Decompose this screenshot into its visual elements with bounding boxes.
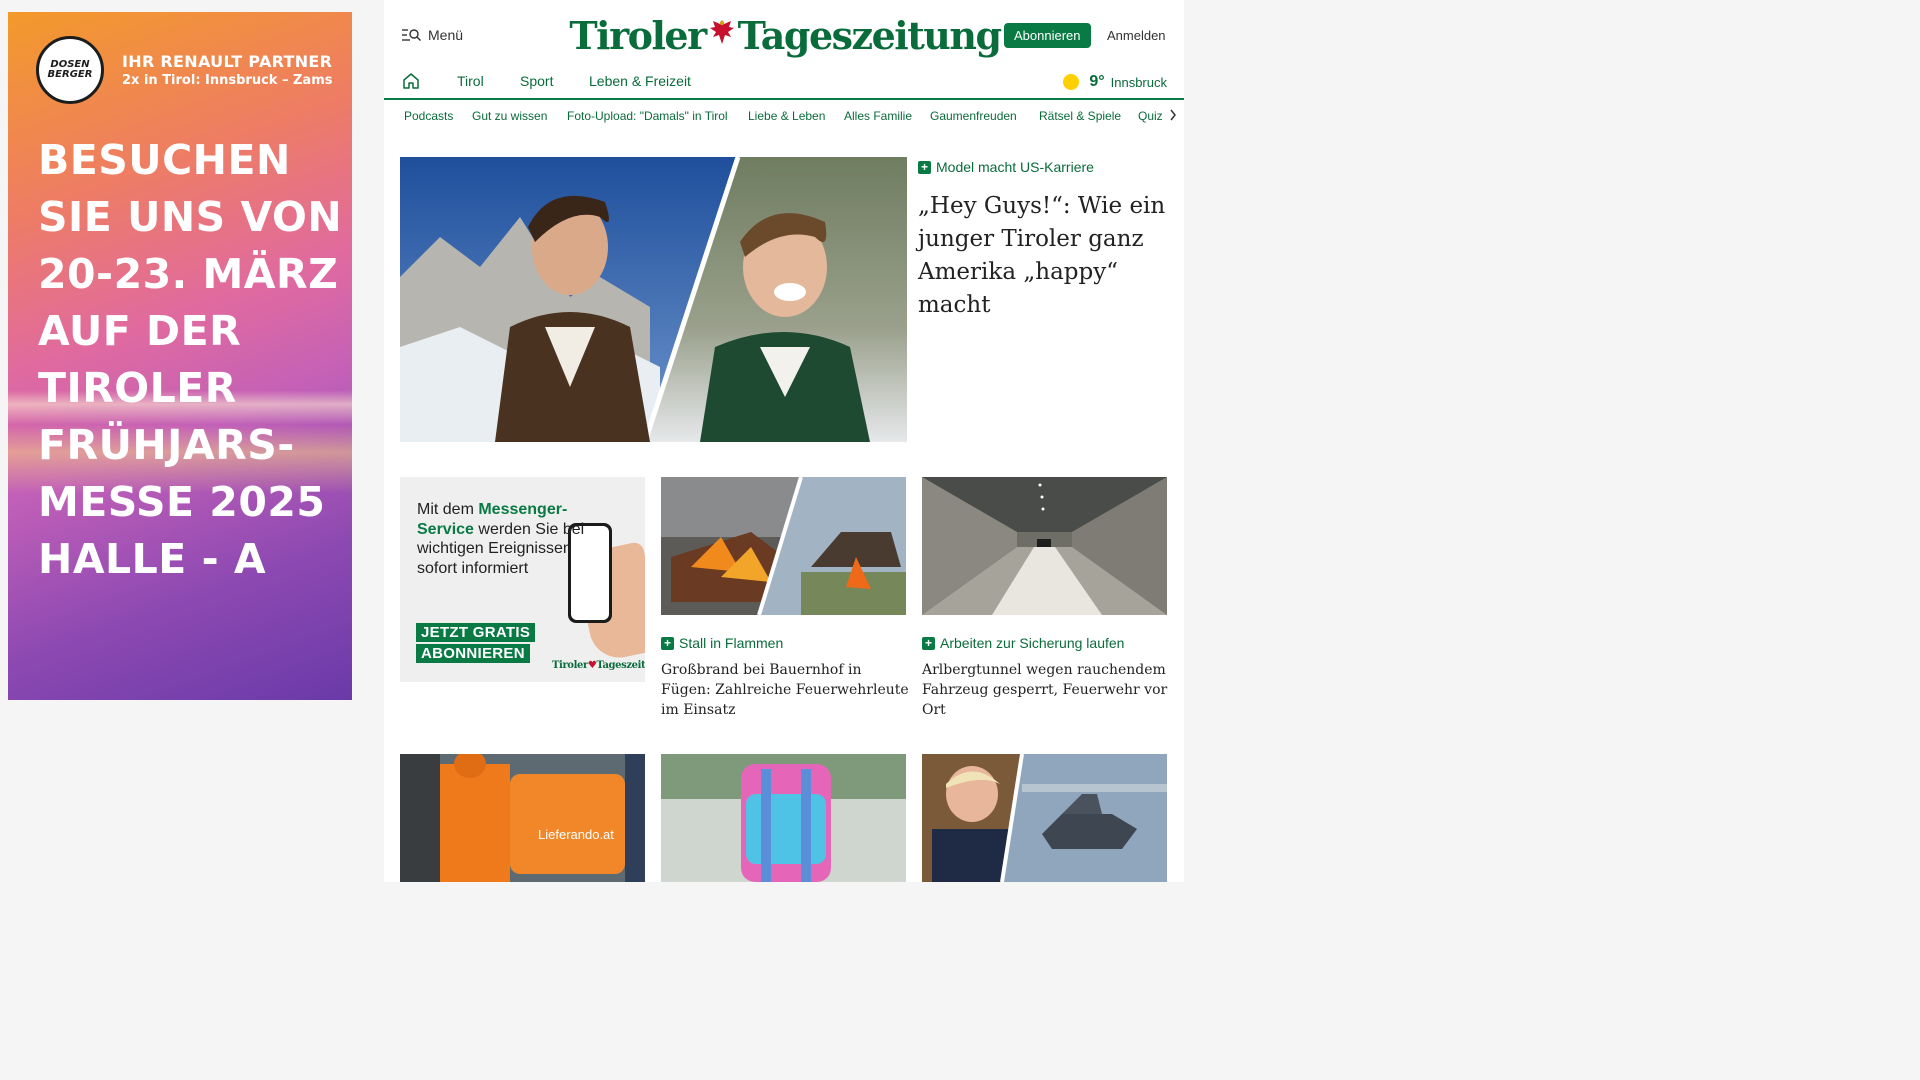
- promo-text: Mit dem Messenger-Service werden Sie bei…: [417, 500, 587, 578]
- article-kicker[interactable]: + Stall in Flammen: [661, 635, 783, 651]
- secondary-nav: Podcasts Gut zu wissen Foto-Upload: "Dam…: [384, 100, 1184, 132]
- sun-icon: [1063, 74, 1080, 90]
- plus-icon: +: [918, 160, 931, 174]
- article-kicker[interactable]: + Arbeiten zur Sicherung laufen: [922, 635, 1124, 651]
- delivery-brand-text: Lieferando.at: [538, 827, 614, 842]
- chevron-right-icon[interactable]: [1169, 108, 1177, 127]
- promo-cta[interactable]: JETZT GRATIS ABONNIEREN: [416, 623, 536, 665]
- subnav-item-gaumenfreuden[interactable]: Gaumenfreuden: [930, 109, 1017, 123]
- hero-kicker-text: Model macht US-Karriere: [936, 159, 1094, 175]
- ad-partner-line2: 2x in Tirol: Innsbruck – Zams: [122, 73, 333, 88]
- article-image-tunnel[interactable]: [922, 477, 1167, 615]
- nav-item-sport[interactable]: Sport: [520, 73, 553, 89]
- hero-kicker[interactable]: + Model macht US-Karriere: [918, 159, 1094, 175]
- weather-city: Innsbruck: [1110, 74, 1167, 90]
- ad-headline-line: HALLE - A: [38, 535, 267, 583]
- subnav-item-quiz[interactable]: Quiz: [1138, 109, 1163, 123]
- article-headline[interactable]: Arlbergtunnel wegen rauchendem Fahrzeug …: [922, 660, 1172, 720]
- article-image-fire[interactable]: [661, 477, 906, 615]
- subnav-item-podcasts[interactable]: Podcasts: [404, 109, 453, 123]
- nav-item-leben-freizeit[interactable]: Leben & Freizeit: [589, 73, 691, 89]
- ad-headline-line: TIROLER: [38, 364, 237, 412]
- plus-icon: +: [661, 636, 674, 650]
- logo-text-left: Tiroler: [569, 12, 707, 58]
- article-image-schoolbag[interactable]: [661, 754, 906, 882]
- ad-headline-line: SIE UNS VON: [38, 193, 343, 241]
- subnav-item-raetsel-spiele[interactable]: Rätsel & Spiele: [1039, 109, 1121, 123]
- home-icon[interactable]: [402, 72, 420, 95]
- ad-headline: BESUCHEN SIE UNS VON 20-23. MÄRZ AUF DER…: [38, 132, 348, 588]
- subscribe-button[interactable]: Abonnieren: [1004, 23, 1091, 48]
- subnav-item-gut-zu-wissen[interactable]: Gut zu wissen: [472, 109, 547, 123]
- nav-item-tirol[interactable]: Tirol: [457, 73, 484, 89]
- ad-headline-line: MESSE 2025: [38, 478, 326, 526]
- hero-headline[interactable]: „Hey Guys!“: Wie ein junger Tiroler ganz…: [918, 190, 1168, 322]
- promo-cta-line1: JETZT GRATIS: [416, 623, 536, 642]
- ad-headline-line: BESUCHEN: [38, 136, 291, 184]
- header: Menü Tiroler Tageszeitung Abonnieren Anm…: [384, 0, 1184, 66]
- promo-text-prefix: Mit dem: [417, 501, 479, 518]
- advertisement-skyscraper[interactable]: DOSEN BERGER IHR RENAULT PARTNER 2x in T…: [8, 12, 352, 700]
- primary-nav: Tirol Sport Leben & Freizeit 9° Innsbruc…: [384, 66, 1184, 100]
- ad-headline-line: FRÜHJARS-: [38, 421, 295, 469]
- ad-partner-text: IHR RENAULT PARTNER 2x in Tirol: Innsbru…: [122, 52, 332, 88]
- subnav-item-alles-familie[interactable]: Alles Familie: [844, 109, 912, 123]
- weather-widget[interactable]: 9° Innsbruck: [1063, 73, 1167, 91]
- menu-label: Menü: [428, 27, 464, 43]
- article-image-politics-ship[interactable]: [922, 754, 1167, 882]
- promo-logo: Tiroler♥Tageszeitung: [552, 660, 645, 671]
- hero-image[interactable]: [400, 157, 907, 442]
- messenger-promo[interactable]: Mit dem Messenger-Service werden Sie bei…: [400, 477, 645, 682]
- menu-search-icon: [402, 29, 421, 41]
- weather-temperature: 9°: [1089, 73, 1105, 90]
- ad-headline-line: 20-23. MÄRZ: [38, 250, 339, 298]
- article-image-delivery[interactable]: Lieferando.at: [400, 754, 645, 882]
- site-logo[interactable]: Tiroler Tageszeitung: [569, 10, 1002, 60]
- ad-partner-line1: IHR RENAULT PARTNER: [122, 52, 333, 71]
- article-kicker-text: Arbeiten zur Sicherung laufen: [940, 635, 1125, 651]
- promo-logo-right: Tageszeitung: [596, 660, 645, 671]
- promo-cta-line2: ABONNIEREN: [416, 644, 530, 663]
- article-kicker-text: Stall in Flammen: [679, 635, 784, 651]
- subnav-item-foto-upload[interactable]: Foto-Upload: "Damals" in Tirol: [567, 109, 728, 123]
- ad-logo: DOSEN BERGER: [36, 36, 104, 104]
- menu-button[interactable]: Menü: [402, 27, 463, 43]
- logo-text-right: Tageszeitung: [737, 12, 1002, 58]
- tyrolean-eagle-icon: [709, 18, 735, 52]
- subnav-item-liebe-leben[interactable]: Liebe & Leben: [748, 109, 825, 123]
- main-column: Menü Tiroler Tageszeitung Abonnieren Anm…: [384, 0, 1184, 882]
- promo-logo-left: Tiroler: [552, 660, 588, 671]
- ad-logo-line2: BERGER: [47, 69, 93, 80]
- plus-icon: +: [922, 636, 935, 650]
- ad-headline-line: AUF DER: [38, 307, 242, 355]
- article-headline[interactable]: Großbrand bei Bauernhof in Fügen: Zahlre…: [661, 660, 911, 720]
- login-link[interactable]: Anmelden: [1107, 28, 1166, 43]
